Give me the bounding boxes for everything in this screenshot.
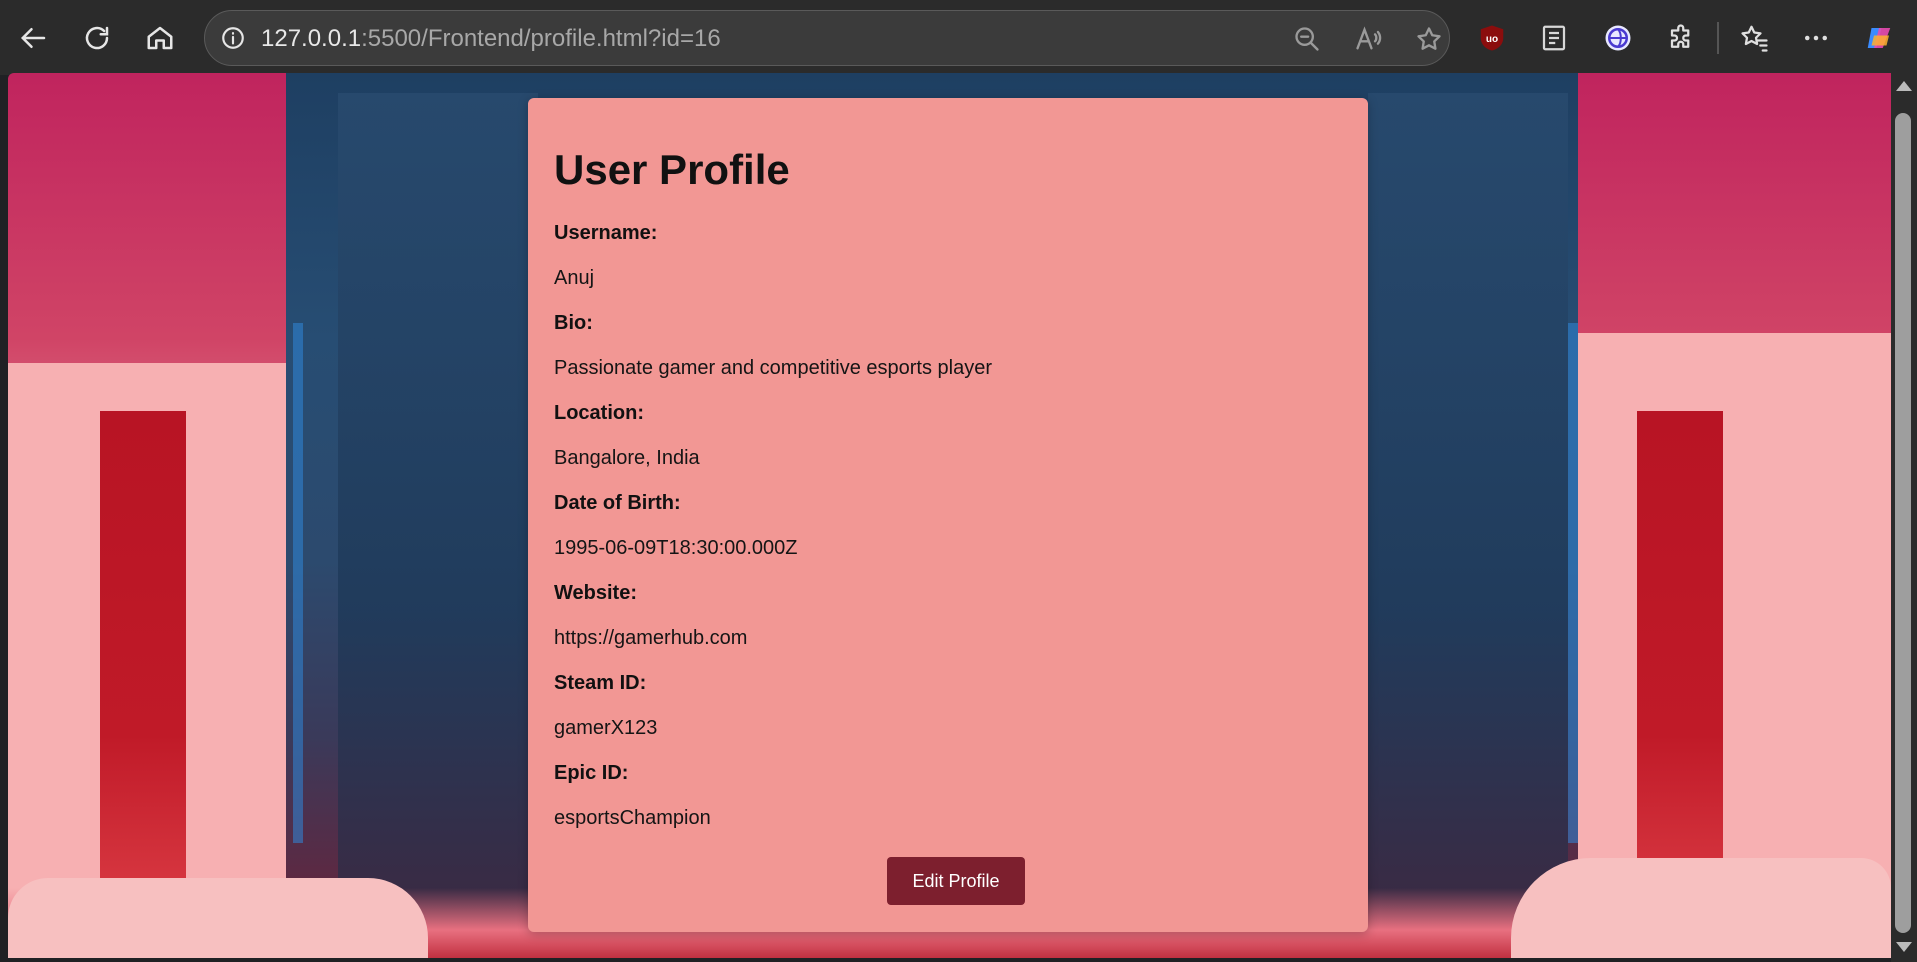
epic-id-label: Epic ID: [554,762,629,784]
profile-card: User Profile Username: Anuj Bio: Passion… [528,98,1368,932]
back-icon[interactable] [12,16,56,60]
background-glow-left [293,323,303,843]
epic-id-value: esportsChampion [554,807,711,829]
refresh-icon[interactable] [75,16,119,60]
address-bar[interactable]: 127.0.0.1:5500/Frontend/profile.html?id=… [204,10,1450,66]
username-label: Username: [554,222,658,244]
url-path: :5500/Frontend/profile.html?id=16 [361,25,721,52]
steam-id-label: Steam ID: [554,672,647,694]
background-pillar-left [100,411,186,951]
home-icon[interactable] [138,16,182,60]
username-value: Anuj [554,267,595,289]
date-of-birth-value: 1995-06-09T18:30:00.000Z [554,537,798,559]
background-cloud-bottom-left [8,878,428,958]
website-value: https://gamerhub.com [554,627,748,649]
scroll-down-arrow-icon[interactable] [1896,942,1912,952]
bio-label: Bio: [554,312,593,334]
favorites-icon[interactable] [1732,16,1776,60]
steam-id-value: gamerX123 [554,717,658,739]
background-tower-column-left [338,93,538,958]
extensions-puzzle-icon[interactable] [1660,16,1704,60]
date-of-birth-label: Date of Birth: [554,492,681,514]
toolbar-divider [1717,22,1719,54]
location-label: Location: [554,402,644,424]
site-info-icon[interactable] [217,22,249,54]
scroll-up-arrow-icon[interactable] [1896,81,1912,91]
url-host: 127.0.0.1 [261,25,362,52]
copilot-icon[interactable] [1857,16,1901,60]
website-label: Website: [554,582,637,604]
background-cloud-bottom-right [1511,858,1891,958]
scrollbar-thumb[interactable] [1895,113,1911,933]
page-scrollbar[interactable] [1891,73,1917,962]
ublock-extension-icon[interactable]: uo [1470,16,1514,60]
browser-toolbar: 127.0.0.1:5500/Frontend/profile.html?id=… [0,0,1917,75]
svg-text:uo: uo [1486,34,1498,45]
more-menu-icon[interactable] [1794,16,1838,60]
reader-view-icon[interactable] [1532,16,1576,60]
background-tower-column-right [1368,93,1568,958]
bio-value: Passionate gamer and competitive esports… [554,357,993,379]
favorite-star-icon[interactable] [1413,23,1445,55]
edit-profile-button[interactable]: Edit Profile [887,857,1025,905]
extension-globe-icon[interactable] [1596,16,1640,60]
page-viewport: User Profile Username: Anuj Bio: Passion… [8,73,1891,958]
background-glow-right [1568,323,1578,843]
read-aloud-icon[interactable] [1352,23,1384,55]
page-title: User Profile [554,146,790,193]
url-text[interactable]: 127.0.0.1:5500/Frontend/profile.html?id=… [261,25,721,53]
location-value: Bangalore, India [554,447,700,469]
zoom-out-icon[interactable] [1291,23,1323,55]
